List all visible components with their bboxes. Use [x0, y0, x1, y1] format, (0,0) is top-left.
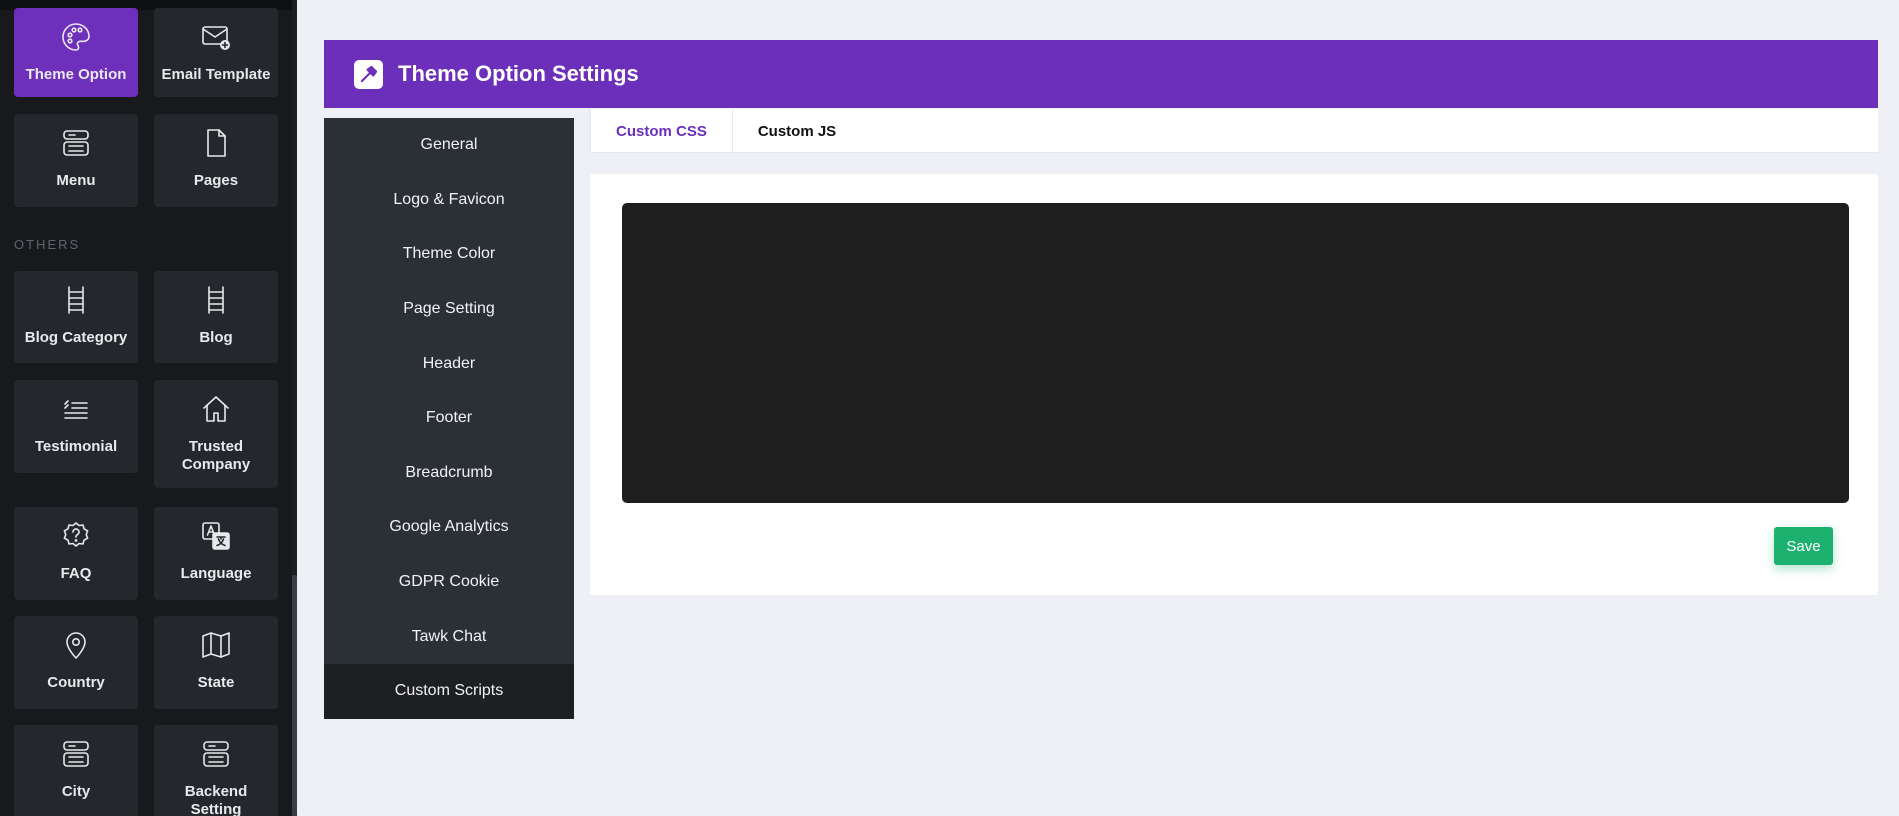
- sidebar-tile-pages[interactable]: Pages: [154, 114, 278, 207]
- sidebar-tile-state[interactable]: State: [154, 616, 278, 709]
- section-label-others: OTHERS: [14, 237, 81, 252]
- sidebar-tile-label: Testimonial: [34, 438, 118, 455]
- sidebar-tile-backend-setting[interactable]: Backend Setting: [154, 725, 278, 816]
- sidebar-tile-faq[interactable]: FAQ: [14, 507, 138, 600]
- css-code-editor[interactable]: [622, 203, 1849, 503]
- settings-item-gdpr-cookie[interactable]: GDPR Cookie: [324, 555, 574, 610]
- page-header: Theme Option Settings: [324, 40, 1878, 108]
- server-icon: [59, 736, 93, 772]
- sidebar-tile-country[interactable]: Country: [14, 616, 138, 709]
- sidebar-tile-theme-option[interactable]: Theme Option: [14, 8, 138, 97]
- hammer-icon: [354, 59, 383, 89]
- save-button[interactable]: Save: [1774, 527, 1833, 565]
- settings-item-theme-color[interactable]: Theme Color: [324, 227, 574, 282]
- map-icon: [199, 627, 233, 663]
- sidebar-tile-trusted-company[interactable]: Trusted Company: [154, 380, 278, 488]
- server-icon: [199, 736, 233, 772]
- palette-icon: [59, 19, 93, 55]
- page-icon: [199, 125, 233, 161]
- sidebar-tile-city[interactable]: City: [14, 725, 138, 816]
- quote-lines-icon: [59, 391, 93, 427]
- tab-custom-js[interactable]: Custom JS: [733, 109, 861, 153]
- sidebar-tile-label: Trusted Company: [181, 438, 251, 473]
- email-add-icon: [199, 19, 233, 55]
- question-badge-icon: [59, 518, 93, 554]
- sidebar-tile-label: Blog Category: [24, 329, 128, 346]
- settings-menu: General Logo & Favicon Theme Color Page …: [324, 118, 574, 719]
- sidebar-tile-testimonial[interactable]: Testimonial: [14, 380, 138, 473]
- sidebar-tile-label: Pages: [193, 172, 239, 189]
- sidebar-tile-label: Language: [180, 565, 252, 582]
- settings-item-breadcrumb[interactable]: Breadcrumb: [324, 446, 574, 501]
- ladder-icon: [199, 282, 233, 318]
- sidebar-tile-label: FAQ: [60, 565, 92, 582]
- page-title: Theme Option Settings: [398, 61, 639, 86]
- tab-custom-css[interactable]: Custom CSS: [590, 109, 733, 153]
- sidebar-tile-blog[interactable]: Blog: [154, 271, 278, 363]
- custom-css-panel: Save: [590, 174, 1878, 595]
- ladder-icon: [59, 282, 93, 318]
- sidebar-tile-email-template[interactable]: Email Template: [154, 8, 278, 97]
- settings-item-tawk-chat[interactable]: Tawk Chat: [324, 609, 574, 664]
- sidebar: Theme Option Email Template Menu Pages O…: [0, 0, 297, 816]
- settings-item-logo-favicon[interactable]: Logo & Favicon: [324, 173, 574, 228]
- sidebar-tile-menu[interactable]: Menu: [14, 114, 138, 207]
- script-tabs: Custom CSS Custom JS: [590, 109, 1878, 153]
- map-pin-icon: [59, 627, 93, 663]
- settings-item-custom-scripts[interactable]: Custom Scripts: [324, 663, 574, 719]
- settings-item-general[interactable]: General: [324, 118, 574, 173]
- sidebar-tile-label: City: [61, 783, 91, 800]
- translate-icon: [199, 518, 233, 554]
- sidebar-tile-blog-category[interactable]: Blog Category: [14, 271, 138, 363]
- settings-item-footer[interactable]: Footer: [324, 391, 574, 446]
- sidebar-tile-label: Email Template: [161, 66, 271, 83]
- settings-item-header[interactable]: Header: [324, 336, 574, 391]
- sidebar-tile-label: Theme Option: [25, 66, 127, 83]
- sidebar-tile-label: Blog: [199, 329, 233, 346]
- sidebar-tile-language[interactable]: Language: [154, 507, 278, 600]
- house-icon: [199, 391, 233, 427]
- sidebar-scrollbar-thumb[interactable]: [292, 575, 297, 816]
- menu-server-icon: [59, 125, 93, 161]
- sidebar-tile-label: Backend Setting: [184, 783, 248, 816]
- settings-item-page-setting[interactable]: Page Setting: [324, 282, 574, 337]
- sidebar-tile-label: State: [197, 674, 235, 691]
- settings-item-google-analytics[interactable]: Google Analytics: [324, 500, 574, 555]
- sidebar-tile-label: Menu: [56, 172, 96, 189]
- sidebar-tile-label: Country: [47, 674, 105, 691]
